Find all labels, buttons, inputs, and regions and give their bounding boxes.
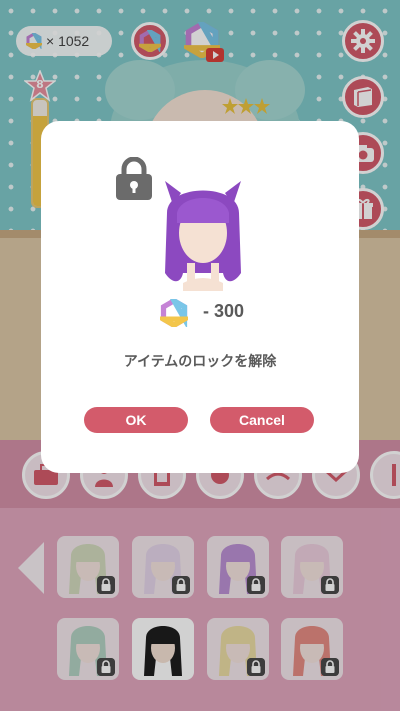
lock-icon [116,157,152,200]
ok-button[interactable]: OK [84,407,188,433]
gem-icon [160,299,188,327]
game-scene: × 1052 8 - 300 アイテムのロックを解除 OK Cancel [0,0,400,711]
unlock-cost: - 300 [203,301,245,321]
hair-item-preview [165,181,241,291]
unlock-item-dialog: - 300 アイテムのロックを解除 OK Cancel [41,121,359,473]
cancel-button[interactable]: Cancel [210,407,314,433]
unlock-message: アイテムのロックを解除 [123,354,277,370]
